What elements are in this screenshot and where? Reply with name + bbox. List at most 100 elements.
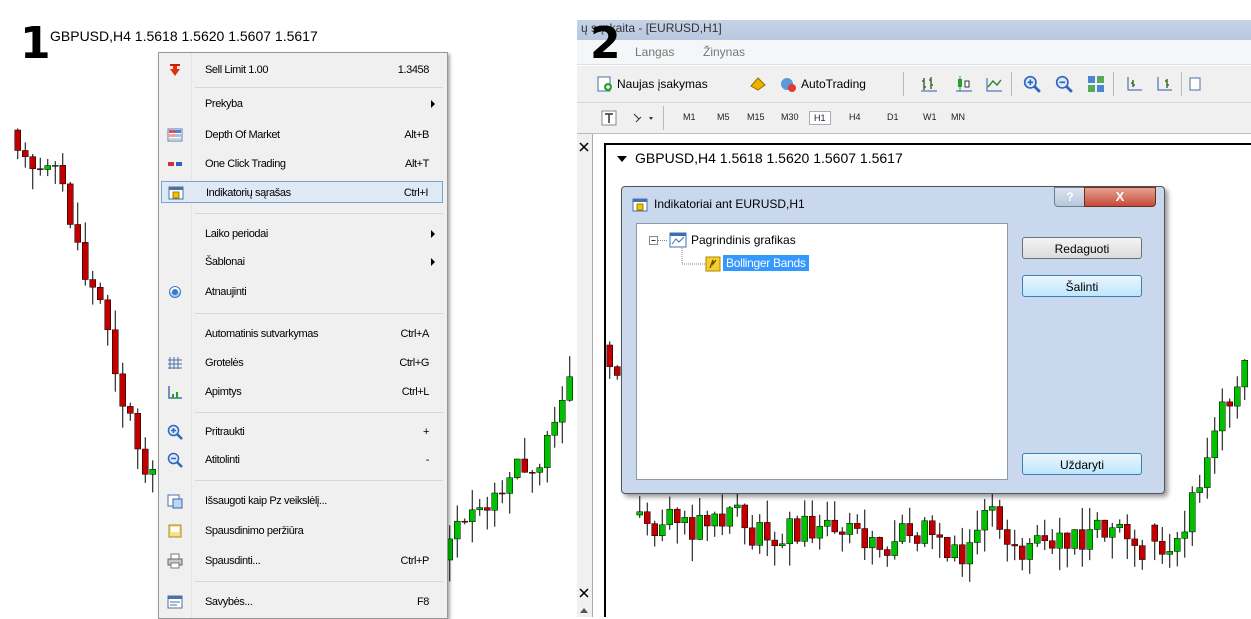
timeframe-m1[interactable]: M1 [679,111,700,123]
candle-body [839,531,846,535]
menu-item-label: Pritraukti [205,426,245,438]
timeframe-m5[interactable]: M5 [713,111,734,123]
menu-separator [195,412,443,413]
menu-item-timeframes[interactable]: Laiko periodai [161,223,443,245]
menu-item-grid[interactable]: Grotelės Ctrl+G [161,352,443,374]
timeframe-w1[interactable]: W1 [919,111,941,123]
submenu-arrow-icon [431,100,435,108]
menu-item-prekyba[interactable]: Prekyba [161,93,443,115]
candle-body [689,517,696,540]
chart-context-menu: Sell Limit 1.00 1.3458 Prekyba Depth Of … [158,52,448,619]
tile-windows-icon[interactable] [1087,75,1105,93]
menu-item-volumes[interactable]: Apimtys Ctrl+L [161,381,443,403]
indicators-dialog-icon [632,198,648,212]
candle-body [884,549,891,556]
timeframe-m30[interactable]: M30 [777,111,803,123]
candle-body [529,472,536,474]
delete-button[interactable]: Šalinti [1022,275,1142,297]
candle-body [846,523,853,535]
menu-item-label: Atitolinti [205,454,240,466]
tree-root-label[interactable]: Pagrindinis grafikas [691,233,796,247]
menu-item-templates[interactable]: Šablonai [161,251,443,273]
menu-item-refresh[interactable]: Atnaujinti [161,281,443,303]
candle-body [614,366,621,376]
candle-body [681,517,688,524]
menu-langas[interactable]: Langas [635,45,674,59]
timeframe-h1[interactable]: H1 [809,111,831,125]
menu-item-label: One Click Trading [205,158,286,170]
timeframe-h4[interactable]: H4 [845,111,865,123]
autoscroll-icon[interactable] [1155,75,1173,93]
zoom-out-icon[interactable] [1055,75,1073,93]
close-icon[interactable] [579,142,589,152]
tree-item-bollinger-bands[interactable]: Bollinger Bands [723,255,809,271]
autotrading-button[interactable]: AutoTrading [801,77,866,91]
menu-item-indicators-list[interactable]: Indikatorių sąrašas Ctrl+I [161,181,443,203]
menu-item-save-picture[interactable]: Išsaugoti kaip Pz veikslėlį... [161,490,443,512]
candle-body [711,513,718,527]
edit-button[interactable]: Redaguoti [1022,237,1142,259]
candle-body [779,543,786,547]
timeframe-d1[interactable]: D1 [883,111,903,123]
candle-body [44,165,51,170]
candle-body [891,541,898,556]
candle-body [544,434,551,468]
metaeditor-icon[interactable] [749,76,767,92]
candle-body [476,507,483,511]
candle-body [1204,457,1211,488]
menu-item-zoom-out[interactable]: Atitolinti - [161,449,443,471]
help-button[interactable]: ? [1054,187,1086,207]
menu-item-label: Indikatorių sąrašas [206,187,291,199]
timeframe-m15[interactable]: M15 [743,111,769,123]
candlestick-chart-icon[interactable] [955,75,973,93]
menu-item-label: Laiko periodai [205,228,268,240]
candle-body [127,406,134,414]
candle-body [876,537,883,550]
zoom-in-icon[interactable] [1023,75,1041,93]
close-icon[interactable] [579,588,589,598]
candle-body [749,527,756,546]
chart-collapse-triangle-icon[interactable] [616,154,628,164]
menu-item-sell-limit[interactable]: Sell Limit 1.00 1.3458 [161,59,443,81]
menu-item-label: Apimtys [205,386,242,398]
candle-body [112,329,119,375]
candle-body [514,458,521,478]
candle-body [484,507,491,511]
candle-body [1004,529,1011,545]
menu-item-depth-of-market[interactable]: Depth Of Market Alt+B [161,124,443,146]
bar-chart-icon[interactable] [920,75,938,93]
menu-item-print[interactable]: Spausdinti... Ctrl+P [161,550,443,572]
menu-item-properties[interactable]: Savybės... F8 [161,591,443,613]
timeframe-mn[interactable]: MN [947,111,969,123]
line-chart-icon[interactable] [985,75,1003,93]
menu-item-print-preview[interactable]: Spausdinimo peržiūra [161,520,443,542]
scroll-up-icon[interactable] [579,606,589,614]
text-tool-icon[interactable] [601,110,617,126]
candle-body [1196,487,1203,493]
menu-item-label: Šablonai [205,256,245,268]
candle-body [59,165,66,185]
menu-item-zoom-in[interactable]: Pritraukti + [161,421,443,443]
candle-body [1071,529,1078,549]
menu-item-one-click-trading[interactable]: One Click Trading Alt+T [161,153,443,175]
candle-body [1101,519,1108,538]
candle-body [1056,532,1063,549]
menu-item-auto-arrange[interactable]: Automatinis sutvarkymas Ctrl+A [161,323,443,345]
candle-body [966,542,973,565]
candle-body [1166,551,1173,555]
menu-item-label: Atnaujinti [205,286,247,298]
menu-zinynas[interactable]: Žinynas [703,45,745,59]
close-button[interactable]: X [1084,187,1156,207]
more-toolbar-icon[interactable] [1189,75,1201,93]
dialog-close-button[interactable]: Uždaryti [1022,453,1142,475]
candle-body [861,528,868,549]
menu-item-label: Išsaugoti kaip Pz veikslėlį... [205,495,327,507]
candle-body [1131,538,1138,546]
chart-shift-icon[interactable] [1125,75,1143,93]
grid-icon [168,357,182,369]
arrow-tool-dropdown-icon[interactable] [631,110,655,126]
chart-header: GBPUSD,H4 1.5618 1.5620 1.5607 1.5617 [635,150,903,166]
new-order-button[interactable]: Naujas įsakymas [617,77,708,91]
candle-body [1094,519,1101,530]
candle-body [801,515,808,542]
